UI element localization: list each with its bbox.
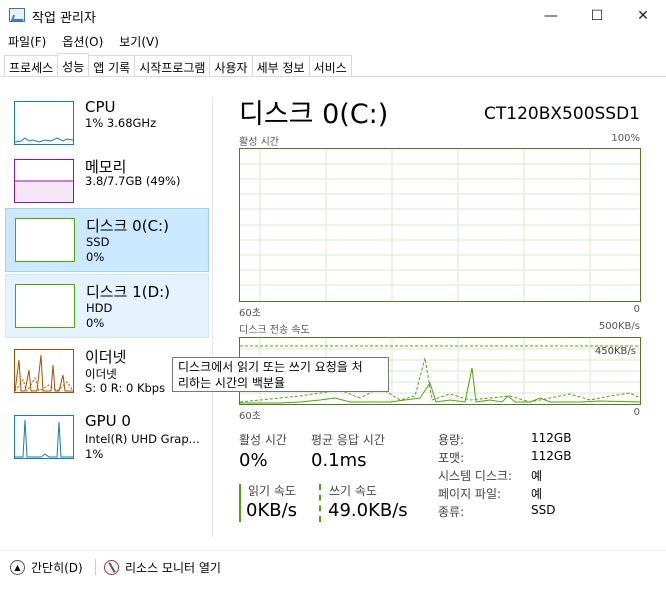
- transfer-rate-graph-min: 0: [633, 407, 640, 418]
- read-speed-value: 0KB/s: [246, 500, 298, 521]
- sidebar-item-title: 디스크 0(C:): [86, 217, 169, 235]
- tab-app-history[interactable]: 앱 기록: [88, 55, 136, 76]
- title-bar: 작업 관리자 — ☐ ✕: [0, 0, 666, 31]
- close-button[interactable]: ✕: [620, 0, 666, 31]
- menu-bar: 파일(F) 옵션(O) 보기(V): [0, 31, 666, 53]
- active-time-graph-time: 60초: [239, 308, 261, 319]
- write-speed-indicator: [319, 484, 321, 522]
- task-manager-app-icon: [9, 8, 25, 22]
- disk-1-thumbnail-graph: [15, 284, 75, 328]
- page-file-value: 예: [531, 487, 543, 501]
- sidebar-item-usage: 0%: [86, 316, 105, 330]
- window-title: 작업 관리자: [32, 11, 96, 26]
- chevron-up-icon: ▲: [10, 560, 25, 575]
- tab-services[interactable]: 서비스: [308, 55, 352, 76]
- type-value: SSD: [531, 503, 556, 517]
- sidebar-item-memory[interactable]: 메모리 3.8/7.7GB (49%): [5, 150, 209, 214]
- formatted-value: 112GB: [531, 449, 572, 463]
- active-time-graph-min: 0: [633, 304, 640, 315]
- tab-strip-line: [0, 76, 666, 77]
- sidebar-divider: [212, 97, 213, 537]
- write-speed-value: 49.0KB/s: [328, 500, 408, 521]
- read-speed-label: 읽기 속도: [248, 484, 296, 498]
- transfer-rate-graph-label: 디스크 전송 속도: [239, 325, 310, 336]
- sidebar-item-detail: HDD: [86, 301, 113, 315]
- page-file-label: 페이지 파일:: [438, 487, 502, 501]
- sidebar-item-usage: 0%: [86, 250, 105, 264]
- resource-monitor-icon: [104, 560, 119, 575]
- bottom-separator: [95, 559, 96, 575]
- tab-processes[interactable]: 프로세스: [4, 55, 59, 76]
- read-speed-indicator: [239, 484, 241, 522]
- formatted-label: 포맷:: [438, 451, 465, 465]
- avg-response-time-value: 0.1ms: [311, 450, 367, 471]
- cpu-thumbnail-graph: [14, 101, 74, 145]
- active-time-graph: [239, 148, 641, 302]
- minimize-button[interactable]: —: [528, 0, 574, 31]
- fewer-details-button[interactable]: ▲ 간단히(D): [10, 559, 83, 576]
- active-time-graph-max: 100%: [611, 133, 640, 144]
- open-resource-monitor-link[interactable]: 리소스 모니터 열기: [104, 559, 221, 576]
- capacity-value: 112GB: [531, 431, 572, 445]
- memory-thumbnail-graph: [14, 159, 74, 203]
- system-disk-value: 예: [531, 469, 543, 483]
- sidebar-item-title: GPU 0: [85, 412, 131, 430]
- capacity-label: 용량:: [438, 433, 465, 447]
- sidebar-item-detail: SSD: [86, 235, 110, 249]
- menu-options[interactable]: 옵션(O): [54, 31, 111, 53]
- tooltip: 디스크에서 읽기 또는 쓰기 요청을 처 리하는 시간의 백분율: [172, 357, 389, 392]
- sidebar-item-usage: 1%: [85, 447, 104, 461]
- transfer-rate-graph-mid: 450KB/s: [594, 346, 636, 357]
- menu-view[interactable]: 보기(V): [111, 31, 167, 53]
- disk-model: CT120BX500SSD1: [484, 104, 640, 124]
- sidebar-item-title: 디스크 1(D:): [86, 283, 171, 301]
- tab-strip: 프로세스 성능 앱 기록 시작프로그램 사용자 세부 정보 서비스: [4, 53, 352, 76]
- sidebar-item-usage: S: 0 R: 0 Kbps: [85, 381, 166, 395]
- system-disk-label: 시스템 디스크:: [438, 469, 513, 483]
- avg-response-time-label: 평균 응답 시간: [311, 433, 385, 447]
- sidebar-item-title: 이더넷: [85, 348, 127, 366]
- page-title: 디스크 0(C:): [239, 99, 389, 130]
- tab-users[interactable]: 사용자: [209, 55, 253, 76]
- sidebar-item-detail: Intel(R) UHD Grap...: [85, 432, 200, 446]
- active-time-value: 0%: [239, 450, 268, 471]
- tab-startup[interactable]: 시작프로그램: [134, 55, 211, 76]
- sidebar-item-cpu[interactable]: CPU 1% 3.68GHz: [5, 92, 209, 156]
- bottom-divider: [0, 550, 666, 551]
- sidebar-item-title: CPU: [85, 98, 116, 116]
- active-time-label: 활성 시간: [239, 433, 287, 447]
- fewer-details-label: 간단히(D): [31, 561, 83, 575]
- write-speed-label: 쓰기 속도: [329, 484, 377, 498]
- maximize-button[interactable]: ☐: [574, 0, 620, 31]
- tooltip-line-2: 리하는 시간의 백분율: [178, 376, 285, 390]
- sidebar-item-gpu[interactable]: GPU 0 Intel(R) UHD Grap... 1%: [5, 406, 209, 470]
- disk-0-thumbnail-graph: [15, 218, 75, 262]
- open-resource-monitor-label: 리소스 모니터 열기: [125, 561, 221, 575]
- sidebar-item-detail: 1% 3.68GHz: [85, 116, 157, 130]
- tab-details[interactable]: 세부 정보: [251, 55, 310, 76]
- transfer-rate-graph-time: 60초: [239, 411, 261, 422]
- ethernet-thumbnail-graph: [14, 349, 74, 393]
- tab-performance[interactable]: 성능: [57, 53, 90, 76]
- tooltip-line-1: 디스크에서 읽기 또는 쓰기 요청을 처: [178, 360, 363, 374]
- active-time-graph-label: 활성 시간: [239, 137, 279, 148]
- sidebar-item-disk-1[interactable]: 디스크 1(D:) HDD 0%: [5, 274, 209, 338]
- gpu-thumbnail-graph: [14, 415, 74, 459]
- sidebar-item-detail: 이더넷: [85, 367, 117, 381]
- transfer-rate-graph-max: 500KB/s: [598, 321, 640, 332]
- type-label: 종류:: [438, 505, 465, 519]
- sidebar-item-detail: 3.8/7.7GB (49%): [85, 174, 181, 188]
- sidebar-item-disk-0[interactable]: 디스크 0(C:) SSD 0%: [5, 208, 209, 272]
- menu-file[interactable]: 파일(F): [0, 31, 54, 53]
